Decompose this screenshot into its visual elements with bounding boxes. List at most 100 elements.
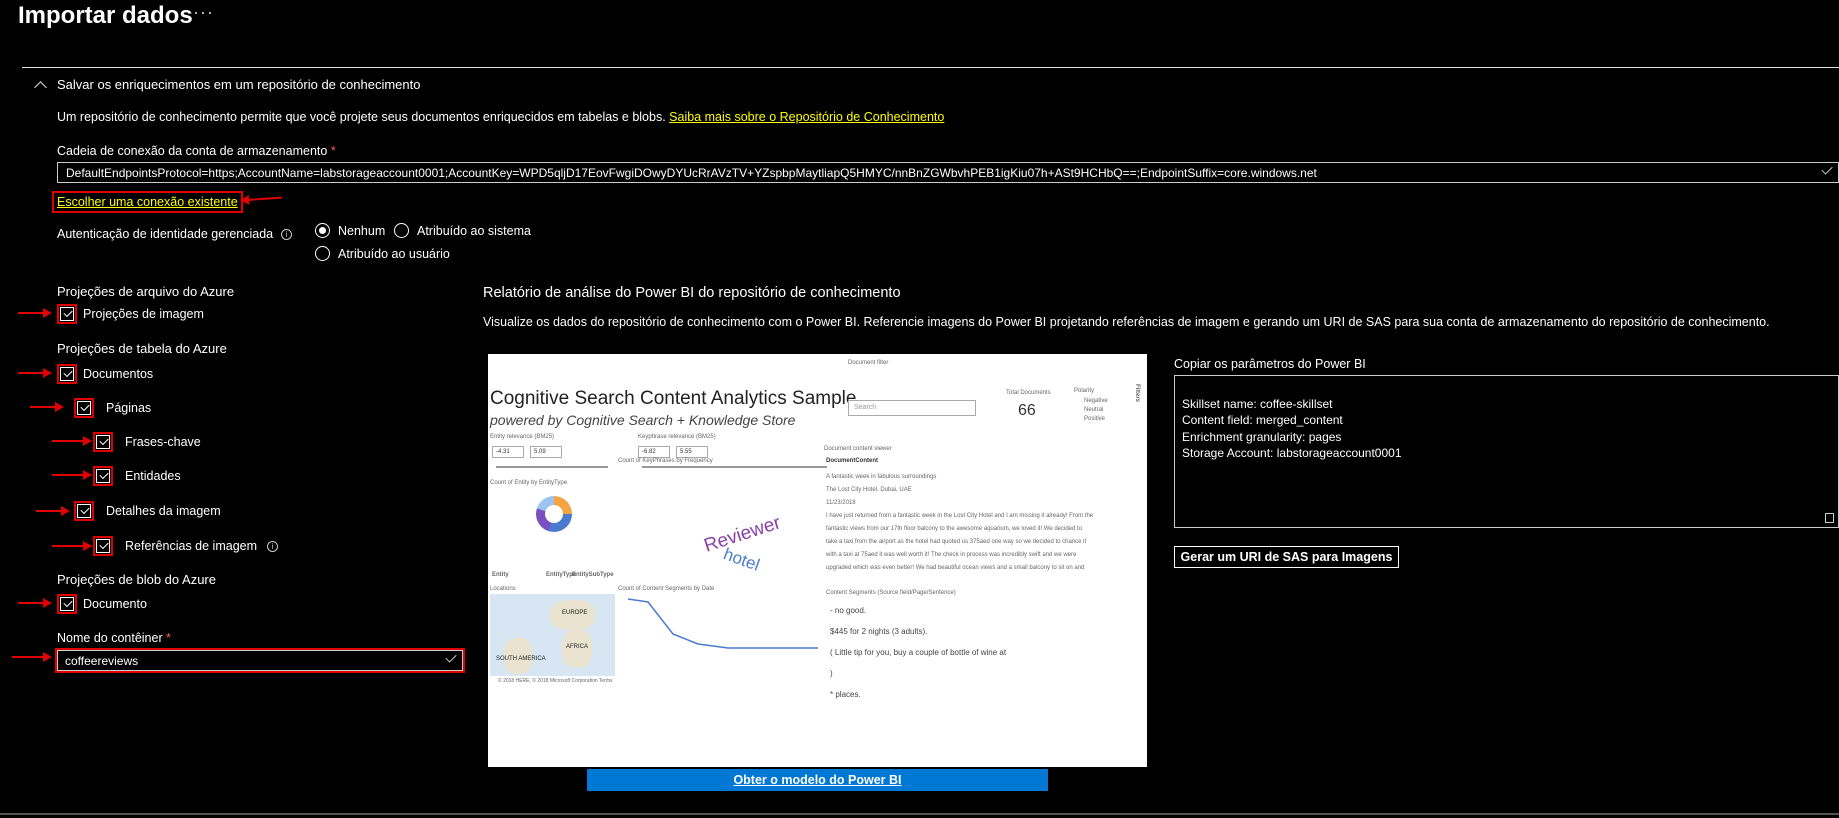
annotation-arrow (30, 402, 64, 412)
content-line: I have just returned from a fantastic we… (826, 513, 1094, 519)
divider (22, 67, 1839, 68)
more-options-button[interactable]: ··· (193, 2, 214, 23)
entity-type-chart-label: Count of Entity by EntityType (490, 480, 568, 486)
radio-option-user[interactable]: Atribuído ao usuário (315, 246, 450, 261)
map-credit: © 2018 HERE, © 2018 Microsoft Corporatio… (498, 678, 613, 684)
annotation-arrow (241, 196, 283, 202)
annotation-arrow (52, 470, 92, 480)
radio-option-system[interactable]: Atribuído ao sistema (394, 223, 531, 238)
table-projections-title: Projeções de tabela do Azure (57, 341, 227, 356)
checkbox-key-phrases[interactable]: Frases-chave (93, 432, 201, 452)
report-subtitle: powered by Cognitive Search + Knowledge … (490, 412, 796, 428)
polarity-option: Neutral (1084, 407, 1104, 413)
polarity-option: Negative (1084, 398, 1108, 404)
connection-label: Cadeia de conexão da conta de armazename… (57, 144, 336, 158)
segment-item: * places. (830, 690, 861, 699)
checkmark-icon (1821, 163, 1833, 175)
segments-viewer-label: Content Segments (Source field/Page/Sent… (826, 590, 956, 596)
connection-string-input[interactable]: DefaultEndpointsProtocol=https;AccountNa… (57, 162, 1839, 183)
checkbox[interactable] (96, 539, 110, 553)
segment-item: ) (830, 669, 833, 678)
total-documents-label: Total Documents (1006, 390, 1051, 396)
annotation-arrow (12, 652, 52, 662)
annotation-arrow (36, 506, 70, 516)
segments-chart-label: Count of Content Segments by Date (618, 586, 715, 592)
checkbox[interactable] (60, 367, 74, 381)
radio-button[interactable] (315, 246, 330, 261)
identity-label: Autenticação de identidade gerenciada i (57, 227, 293, 241)
radio-button[interactable] (394, 223, 409, 238)
checkbox-image-details[interactable]: Detalhes da imagem (74, 501, 221, 521)
container-label: Nome do contêiner * (57, 631, 171, 645)
checkbox[interactable] (60, 597, 74, 611)
segments-line-chart (628, 598, 818, 649)
locations-label: Locations (490, 586, 516, 592)
segment-item: - no good. (830, 606, 867, 615)
blob-projections-title: Projeções de blob do Azure (57, 572, 216, 587)
radio-option-none[interactable]: Nenhum (315, 223, 385, 238)
table-header: EntitySubType (572, 572, 614, 578)
content-line: fantastic views from our 17th floor balc… (826, 526, 1083, 532)
checkbox-image-references[interactable]: Referências de imagem i (93, 536, 279, 556)
map-label: SOUTH AMERICA (496, 656, 546, 662)
choose-existing-connection-link[interactable]: Escolher uma conexão existente (57, 195, 238, 209)
section-title: Salvar os enriquecimentos em um repositó… (57, 77, 421, 92)
powerbi-params-textarea[interactable]: Skillset name: coffee-skillset Content f… (1174, 375, 1839, 528)
segment-item: $445 for 2 nights (3 adults). (830, 627, 928, 636)
divider (0, 813, 1839, 815)
report-title: Cognitive Search Content Analytics Sampl… (490, 388, 857, 409)
map-label: EUROPE (562, 610, 588, 616)
content-line: The Lost City Hotel, Dubai, UAE (826, 487, 912, 493)
keyphrase-max: 5.55 (676, 446, 708, 458)
checkbox-document-blob[interactable]: Documento (57, 594, 147, 614)
powerbi-title: Relatório de análise do Power BI do repo… (483, 285, 901, 301)
checkbox[interactable] (96, 435, 110, 449)
generate-sas-uri-button[interactable]: Gerar um URI de SAS para Imagens (1174, 546, 1399, 568)
content-line: take a taxi from the airport as the hote… (826, 539, 1087, 545)
total-documents-value: 66 (1018, 402, 1036, 419)
required-mark: * (330, 144, 336, 158)
annotation-arrow (52, 436, 92, 446)
checkbox[interactable] (96, 469, 110, 483)
page-title: Importar dados (18, 2, 193, 29)
radio-button[interactable] (315, 223, 330, 238)
slider-track (496, 466, 608, 468)
polarity-option: Positive (1084, 416, 1106, 422)
content-line: 11/23/2018 (826, 500, 856, 506)
keyphrase-relevance-label: Keyphrase relevance (BM25) (638, 434, 716, 440)
file-projections-title: Projeções de arquivo do Azure (57, 284, 235, 299)
checkbox[interactable] (77, 401, 91, 415)
checkbox-pages[interactable]: Páginas (74, 398, 151, 418)
learn-more-link[interactable]: Saiba mais sobre o Repositório de Conhec… (669, 110, 944, 124)
document-filter-label: Document filter (848, 360, 889, 366)
section-description: Um repositório de conhecimento permite q… (57, 110, 945, 124)
section-toggle[interactable]: Salvar os enriquecimentos em um repositó… (34, 77, 421, 94)
checkbox[interactable] (77, 504, 91, 518)
entity-max: 5.09 (530, 446, 562, 458)
checkbox-highlight (93, 432, 113, 452)
checkbox[interactable] (60, 307, 74, 321)
get-powerbi-template-button[interactable]: Obter o modelo do Power BI (587, 769, 1048, 791)
filters-label: Filters (1134, 383, 1141, 403)
slider-track (642, 466, 827, 468)
segments-list: - no good. $445 for 2 nights (3 adults).… (830, 600, 1006, 705)
container-name-input[interactable]: coffeereviews (57, 650, 463, 671)
keyphrase-min: -6.82 (638, 446, 670, 458)
checkbox-image-projections[interactable]: Projeções de imagem (57, 304, 204, 324)
checkbox-highlight (57, 594, 77, 614)
entity-min: -4.31 (492, 446, 524, 458)
copy-icon[interactable] (1825, 513, 1834, 523)
checkbox-entities[interactable]: Entidades (93, 466, 181, 486)
powerbi-description: Visualize os dados do repositório de con… (483, 315, 1770, 329)
polarity-label: Polarity (1074, 388, 1095, 394)
checkbox-documents[interactable]: Documentos (57, 364, 153, 384)
checkbox-highlight (74, 501, 94, 521)
wordcloud-word: hotel (721, 544, 763, 575)
checkbox-highlight (93, 466, 113, 486)
table-header: Entity (492, 572, 509, 578)
keyphrase-chart-label: Count of KeyPhrases by Frequency (618, 458, 713, 464)
map: EUROPE AFRICA SOUTH AMERICA (490, 594, 615, 676)
content-column: DocumentContent (826, 458, 878, 464)
choose-existing-connection-link-highlight: Escolher uma conexão existente (52, 191, 243, 213)
content-line: A fantastic week in fabulous surrounding… (826, 474, 937, 480)
